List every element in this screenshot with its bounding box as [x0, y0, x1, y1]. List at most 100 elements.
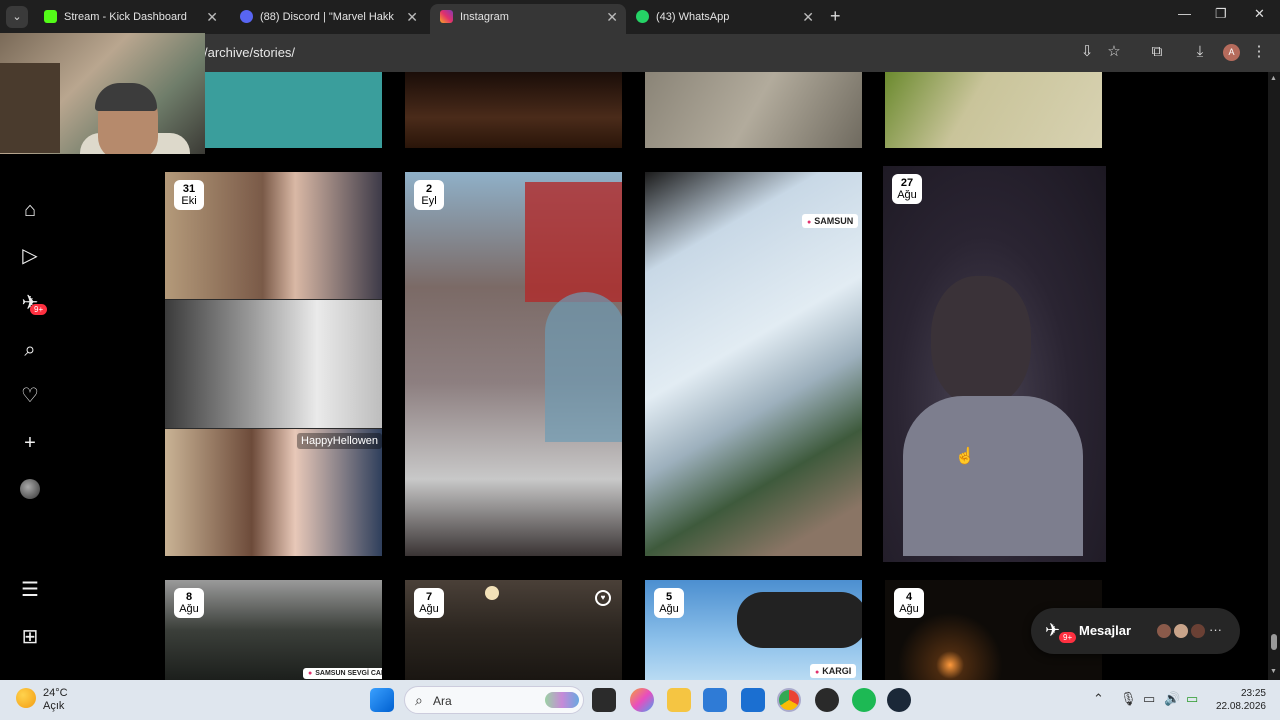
weather-widget[interactable]: 24°C Açık — [43, 687, 68, 713]
new-tab-button[interactable]: + — [830, 6, 841, 27]
weather-temp: 24°C — [43, 687, 68, 699]
home-icon[interactable]: ⌂ — [18, 198, 42, 222]
heart-icon[interactable]: ♡ — [18, 384, 42, 408]
scroll-up-icon[interactable]: ▲ — [1270, 75, 1277, 82]
task-view-icon[interactable] — [592, 688, 616, 712]
taskbar-clock[interactable]: 23:25 22.08.2026 — [1214, 687, 1266, 713]
story-month: Eyl — [421, 195, 437, 207]
bookmark-star-icon[interactable]: ☆ — [1105, 43, 1123, 61]
close-tab-icon[interactable]: ✕ — [802, 4, 814, 30]
story-month: Ağu — [179, 603, 199, 615]
story-day: 2 — [425, 183, 433, 195]
kick-icon — [44, 10, 57, 23]
menu-dots-icon[interactable]: ⋮ — [1250, 43, 1268, 61]
story-tile[interactable]: 31 Eki HappyHellowen — [165, 172, 382, 556]
story-day: 8 — [185, 591, 193, 603]
ms-store-icon[interactable] — [703, 688, 727, 712]
install-app-icon[interactable]: ⇩ — [1078, 43, 1096, 61]
messages-button[interactable]: ✈ 9+ Mesajlar ··· — [1031, 608, 1240, 654]
minimize-button[interactable]: — — [1178, 6, 1191, 21]
scrollbar-thumb[interactable] — [1271, 634, 1277, 650]
spotify-icon[interactable] — [852, 688, 876, 712]
story-tile[interactable]: 7 Ağu ♥ — [405, 580, 622, 680]
tab-kick[interactable]: Stream - Kick Dashboard ✕ — [34, 4, 226, 34]
story-tile[interactable]: 2 Eyl — [405, 172, 622, 556]
webcam-overlay — [0, 33, 205, 154]
browser-tab-bar: ⌄ Stream - Kick Dashboard ✕ (88) Discord… — [0, 0, 1280, 34]
story-tile[interactable] — [405, 72, 622, 148]
story-tile[interactable] — [885, 72, 1102, 148]
network-icon[interactable]: ▭ — [1143, 691, 1155, 707]
reels-icon[interactable]: ▷ — [18, 244, 42, 268]
clock-date: 22.08.2026 — [1215, 701, 1266, 712]
whatsapp-icon — [636, 10, 649, 23]
copilot-icon[interactable] — [630, 688, 654, 712]
steam-icon[interactable] — [887, 688, 911, 712]
maximize-button[interactable]: ❐ — [1215, 6, 1227, 22]
extensions-icon[interactable]: ⧉ — [1148, 43, 1166, 61]
avatar — [1155, 622, 1173, 640]
highlight-heart-icon: ♥ — [595, 590, 611, 606]
search-icon[interactable]: ⌕ — [18, 338, 42, 362]
story-tile[interactable] — [645, 72, 862, 148]
profile-avatar[interactable]: A — [1223, 44, 1240, 61]
story-month: Eki — [181, 195, 197, 207]
windows-start-icon[interactable] — [370, 688, 394, 712]
search-placeholder: Ara — [433, 694, 452, 708]
tab-discord[interactable]: (88) Discord | "Marvel Hakk ✕ — [230, 4, 426, 34]
tab-instagram[interactable]: Instagram ✕ — [430, 4, 626, 34]
tab-search-button[interactable]: ⌄ — [6, 6, 28, 28]
page-scrollbar[interactable]: ▲ ▼ — [1268, 72, 1280, 680]
tray-chevron-icon[interactable]: ⌃ — [1093, 691, 1104, 707]
story-day: 7 — [425, 591, 433, 603]
story-month: Ağu — [899, 603, 919, 615]
story-month: Ağu — [659, 603, 679, 615]
story-tile[interactable]: 27 Ağu ☝ — [883, 166, 1106, 562]
story-tile[interactable]: 5 Ağu KARGI — [645, 580, 862, 680]
search-icon: ⌕ — [415, 692, 423, 708]
apps-grid-icon[interactable]: ⊞ — [18, 625, 42, 649]
create-plus-icon[interactable]: + — [18, 431, 42, 455]
story-tile[interactable]: SAMSUN — [645, 172, 862, 556]
story-date-badge: 8 Ağu — [174, 588, 204, 618]
weather-condition: Açık — [43, 700, 65, 712]
search-highlight-icon — [545, 692, 579, 708]
tab-title: Stream - Kick Dashboard — [64, 11, 187, 23]
scroll-down-icon[interactable]: ▼ — [1270, 668, 1277, 675]
avatar — [1189, 622, 1207, 640]
discord-icon — [240, 10, 253, 23]
weather-moon-icon[interactable] — [16, 688, 36, 708]
location-tag: SAMSUN — [802, 214, 859, 228]
address-bar[interactable]: /archive/stories/ — [204, 45, 295, 60]
story-tile[interactable]: 8 Ağu SAMSUN SEVGİ CAFE — [165, 580, 382, 680]
tab-title: (43) WhatsApp — [656, 11, 730, 23]
story-date-badge: 27 Ağu — [892, 174, 922, 204]
story-date-badge: 4 Ağu — [894, 588, 924, 618]
tab-title: (88) Discord | "Marvel Hakk — [260, 11, 394, 23]
close-tab-icon[interactable]: ✕ — [406, 4, 418, 30]
close-tab-icon[interactable]: ✕ — [606, 4, 618, 30]
file-explorer-icon[interactable] — [667, 688, 691, 712]
notifications-badge: 9+ — [30, 304, 48, 315]
volume-icon[interactable]: 🔊 — [1164, 691, 1180, 707]
downloads-icon[interactable]: ⤓ — [1191, 43, 1209, 61]
outlook-icon[interactable] — [741, 688, 765, 712]
story-tile[interactable] — [205, 72, 382, 148]
taskbar-search[interactable]: ⌕ Ara — [404, 686, 584, 714]
story-date-badge: 2 Eyl — [414, 180, 444, 210]
more-menu-icon[interactable]: ☰ — [18, 578, 42, 602]
location-tag: SAMSUN SEVGİ CAFE — [303, 668, 382, 679]
tab-title: Instagram — [460, 11, 509, 23]
battery-icon[interactable]: ▭ — [1186, 691, 1198, 707]
close-tab-icon[interactable]: ✕ — [206, 4, 218, 30]
obs-icon[interactable] — [815, 688, 839, 712]
profile-avatar-nav[interactable] — [20, 479, 40, 499]
windows-taskbar: 24°C Açık ⌕ Ara ⌃ 🎙 ▭ 🔊 ▭ 23:25 22.08.20… — [0, 680, 1280, 720]
tab-whatsapp[interactable]: (43) WhatsApp ✕ — [626, 4, 822, 34]
story-day: 5 — [665, 591, 673, 603]
hand-cursor-icon: ☝ — [955, 448, 975, 465]
close-window-button[interactable]: ✕ — [1254, 6, 1265, 22]
chrome-icon[interactable] — [777, 688, 801, 712]
story-day: 4 — [905, 591, 913, 603]
microphone-icon[interactable]: 🎙 — [1120, 691, 1137, 707]
